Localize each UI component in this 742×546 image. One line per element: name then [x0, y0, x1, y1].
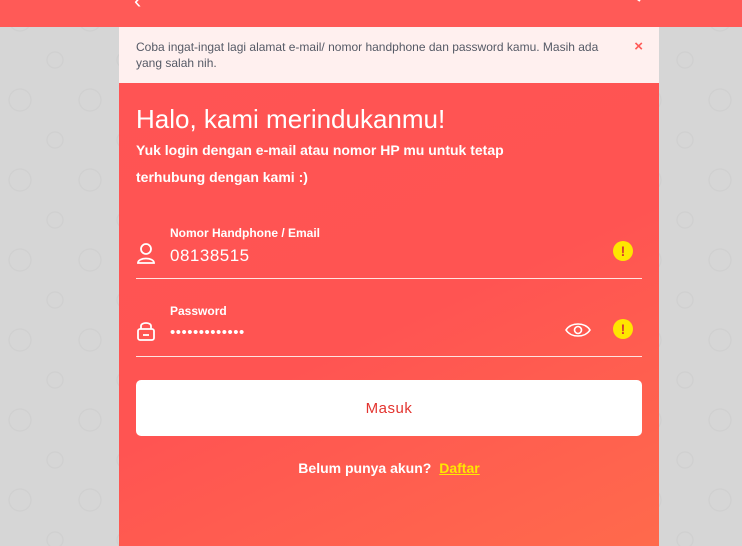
phone-email-label: Nomor Handphone / Email — [170, 226, 321, 240]
signup-link[interactable]: Daftar — [439, 460, 479, 476]
phone-email-field[interactable]: Nomor Handphone / Email 08138515 ! — [136, 224, 642, 279]
login-card: Coba ingat-ingat lagi alamat e-mail/ nom… — [119, 27, 659, 546]
lock-icon — [137, 322, 155, 341]
page-subtitle: Yuk login dengan e-mail atau nomor HP mu… — [136, 142, 504, 185]
phone-email-input[interactable]: 08138515 — [170, 246, 250, 266]
user-icon — [137, 243, 155, 264]
top-bar: ‹ — [0, 0, 742, 27]
password-input[interactable]: ••••••••••••• — [170, 324, 245, 341]
eye-icon[interactable] — [565, 322, 591, 338]
warning-icon: ! — [613, 241, 633, 261]
password-label: Password — [170, 304, 227, 318]
back-chevron-icon[interactable]: ‹ — [134, 0, 141, 12]
signup-prompt: Belum punya akun? Daftar — [119, 460, 659, 476]
warning-icon: ! — [613, 319, 633, 339]
chat-icon[interactable] — [620, 0, 642, 6]
password-field[interactable]: Password ••••••••••••• ! — [136, 302, 642, 357]
close-icon[interactable]: × — [634, 39, 643, 55]
error-alert: Coba ingat-ingat lagi alamat e-mail/ nom… — [119, 27, 659, 83]
login-button[interactable]: Masuk — [136, 380, 642, 436]
page-title: Halo, kami merindukanmu! — [136, 104, 446, 134]
alert-message: Coba ingat-ingat lagi alamat e-mail/ nom… — [136, 40, 599, 70]
signup-prompt-text: Belum punya akun? — [298, 460, 432, 476]
